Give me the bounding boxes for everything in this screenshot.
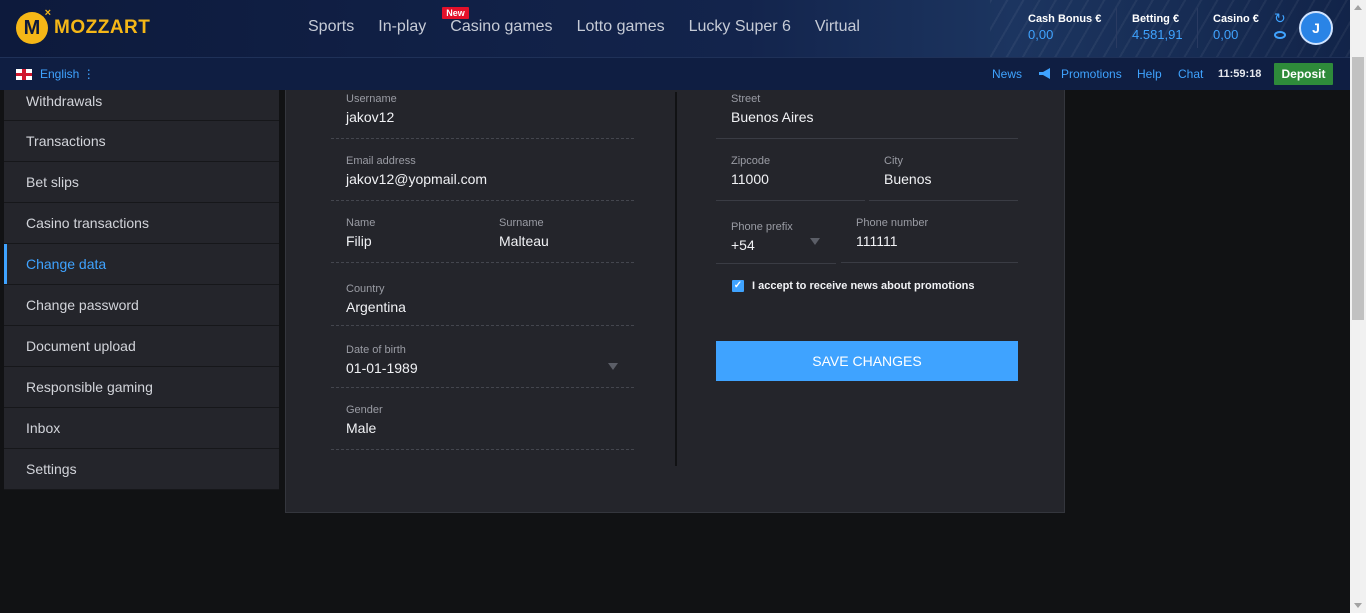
avatar[interactable]: J	[1299, 11, 1333, 45]
brand-name: MOZZART	[54, 17, 151, 38]
sidebar-item-responsible-gaming[interactable]: Responsible gaming	[4, 367, 279, 408]
help-link[interactable]: Help	[1137, 67, 1162, 81]
megaphone-icon	[1039, 68, 1050, 79]
chevron-down-icon[interactable]	[608, 363, 618, 370]
nav-lucky-super-6[interactable]: Lucky Super 6	[689, 18, 791, 36]
surname-value[interactable]: Malteau	[499, 233, 549, 249]
field-value: 111111	[856, 233, 898, 249]
street-field[interactable]: Street Buenos Aires	[716, 92, 1018, 139]
phone-number-field[interactable]: Phone number 111111	[841, 216, 1018, 263]
nav-virtual[interactable]: Virtual	[815, 18, 860, 36]
field-label: City	[884, 155, 903, 167]
sidebar-item-bet-slips[interactable]: Bet slips	[4, 162, 279, 203]
balance-value: 0,00	[1213, 27, 1239, 42]
surname-label: Surname	[499, 217, 544, 229]
field-value: Argentina	[346, 299, 406, 315]
sidebar-item-settings[interactable]: Settings	[4, 449, 279, 490]
field-value: Buenos	[884, 171, 932, 187]
nav-in-play[interactable]: In-play	[378, 18, 426, 36]
brand-logo[interactable]: M × MOZZART	[16, 7, 151, 44]
balance-divider	[1197, 8, 1198, 48]
promotions-link[interactable]: Promotions	[1061, 67, 1122, 81]
new-badge: New	[442, 7, 469, 19]
scroll-down-icon[interactable]	[1354, 603, 1362, 608]
chevron-down-icon[interactable]	[810, 238, 820, 245]
account-sidebar: Withdrawals Transactions Bet slips Casin…	[4, 90, 279, 490]
field-label: Country	[346, 283, 385, 295]
zipcode-field[interactable]: Zipcode 11000	[716, 154, 865, 201]
chat-link[interactable]: Chat	[1178, 67, 1203, 81]
top-header: M × MOZZART Sports In-play New Casino gam…	[0, 0, 1350, 57]
balance-label: Cash Bonus €	[1028, 13, 1102, 25]
cash-bonus-balance: Cash Bonus € 0,00	[1028, 13, 1101, 42]
balance-label: Betting €	[1132, 13, 1180, 25]
refresh-icon[interactable]: ↻	[1274, 10, 1286, 27]
field-label: Phone prefix	[731, 221, 793, 233]
field-value: jakov12	[346, 109, 395, 125]
sidebar-item-transactions[interactable]: Transactions	[4, 121, 279, 162]
field-label: Gender	[346, 404, 383, 416]
sidebar-item-inbox[interactable]: Inbox	[4, 408, 279, 449]
save-changes-button[interactable]: SAVE CHANGES	[716, 341, 1018, 381]
nav-sports[interactable]: Sports	[308, 18, 354, 36]
promotions-checkbox-label[interactable]: I accept to receive news about promotion…	[752, 280, 975, 292]
field-label: Date of birth	[346, 344, 406, 356]
english-flag-icon	[16, 69, 32, 80]
field-value: +54	[731, 237, 755, 253]
username-field[interactable]: Username jakov12	[331, 92, 634, 139]
nav-casino-games-label: Casino games	[450, 18, 553, 35]
field-label: Name	[346, 217, 376, 229]
eye-icon[interactable]	[1274, 31, 1286, 39]
field-value: Buenos Aires	[731, 109, 814, 125]
language-selector[interactable]: English ⋮	[40, 67, 95, 81]
field-label: Phone number	[856, 217, 929, 229]
clock: 11:59:18	[1218, 68, 1262, 80]
field-label: Email address	[346, 155, 416, 167]
date-of-birth-field[interactable]: Date of birth 01-01-1989	[331, 343, 634, 388]
nav-casino-games[interactable]: New Casino games	[442, 7, 553, 36]
field-label: Username	[346, 93, 397, 105]
deposit-button[interactable]: Deposit	[1274, 63, 1333, 85]
nav-lotto-games[interactable]: Lotto games	[577, 18, 665, 36]
field-value: 11000	[731, 171, 769, 187]
main-nav: Sports In-play New Casino games Lotto ga…	[308, 7, 884, 36]
sub-header: English ⋮ News Promotions Help Chat 11:5…	[0, 57, 1350, 90]
scrollbar-thumb[interactable]	[1352, 57, 1364, 320]
balance-value: 0,00	[1028, 27, 1054, 42]
email-field[interactable]: Email address jakov12@yopmail.com	[331, 154, 634, 201]
gender-field[interactable]: Gender Male	[331, 403, 634, 450]
betting-balance: Betting € 4.581,91	[1132, 13, 1183, 42]
casino-balance: Casino € 0,00	[1213, 13, 1259, 42]
scroll-up-icon[interactable]	[1354, 5, 1362, 10]
field-value: Male	[346, 420, 377, 436]
sidebar-item-casino-transactions[interactable]: Casino transactions	[4, 203, 279, 244]
field-label: Street	[731, 93, 761, 105]
field-value: Filip	[346, 233, 372, 249]
city-field[interactable]: City Buenos	[869, 154, 1018, 201]
balance-label: Casino €	[1213, 13, 1259, 25]
balance-value: 4.581,91	[1132, 27, 1183, 42]
phone-prefix-select[interactable]: Phone prefix +54	[716, 216, 836, 264]
sidebar-item-document-upload[interactable]: Document upload	[4, 326, 279, 367]
sidebar-item-withdrawals[interactable]: Withdrawals	[4, 90, 279, 121]
column-divider	[675, 92, 677, 466]
country-field[interactable]: Country Argentina	[331, 282, 634, 326]
promotions-checkbox[interactable]: ✓	[732, 280, 744, 292]
sidebar-item-change-password[interactable]: Change password	[4, 285, 279, 326]
field-value: 01-01-1989	[346, 360, 418, 376]
news-link[interactable]: News	[992, 67, 1022, 81]
logo-icon: M ×	[16, 7, 51, 44]
field-value: jakov12@yopmail.com	[346, 171, 488, 187]
sidebar-item-change-data[interactable]: Change data	[4, 244, 279, 285]
name-field[interactable]: Name Filip Surname Malteau	[331, 216, 634, 263]
field-label: Zipcode	[731, 155, 771, 167]
balance-divider	[1116, 8, 1117, 48]
